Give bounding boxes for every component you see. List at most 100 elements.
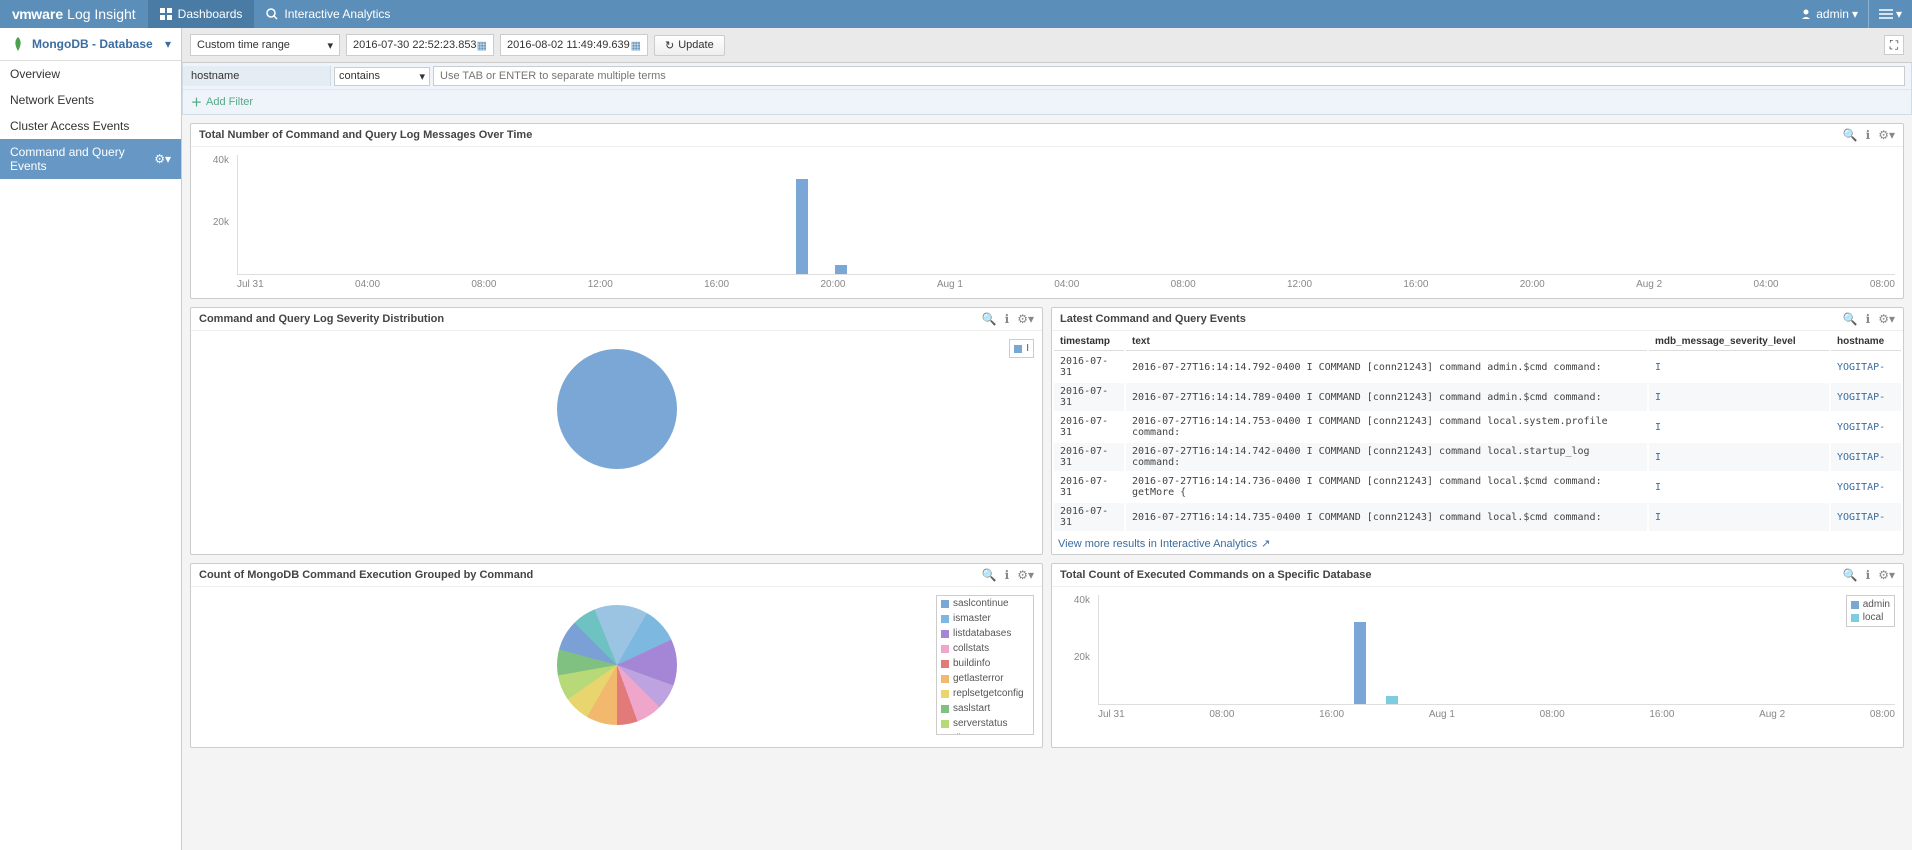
table-row[interactable]: 2016-07-312016-07-27T16:14:14.792-0400 I… <box>1054 353 1901 381</box>
top-nav: Dashboards Interactive Analytics <box>148 0 403 28</box>
search-icon[interactable]: 🔍 <box>982 312 997 326</box>
table-row[interactable]: 2016-07-312016-07-27T16:14:14.753-0400 I… <box>1054 413 1901 441</box>
info-icon[interactable]: ℹ <box>1866 568 1871 582</box>
gear-icon[interactable]: ⚙▾ <box>1878 568 1895 582</box>
caret-down-icon: ▾ <box>327 39 333 52</box>
filter-value-input[interactable] <box>433 66 1905 86</box>
update-button[interactable]: ↻ Update <box>654 35 725 56</box>
filter-field-name[interactable]: hostname <box>183 66 331 86</box>
widget-latest-events: Latest Command and Query Events 🔍 ℹ ⚙▾ tim… <box>1051 307 1904 555</box>
legend-label: I <box>1026 343 1029 354</box>
search-icon[interactable]: 🔍 <box>1843 312 1858 326</box>
gear-icon[interactable]: ⚙▾ <box>1878 128 1895 142</box>
pie-chart[interactable] <box>557 605 677 725</box>
calendar-icon: ▦ <box>477 39 487 52</box>
chart-body: 40k20k Jul 3108:0016:00Aug 108:0016:00Au… <box>1052 587 1903 728</box>
sidebar-item-cluster-access-events[interactable]: Cluster Access Events <box>0 113 181 139</box>
search-icon[interactable]: 🔍 <box>1843 128 1858 142</box>
legend-item[interactable]: admin <box>1851 598 1890 611</box>
calendar-icon: ▦ <box>631 39 641 52</box>
info-icon[interactable]: ℹ <box>1866 128 1871 142</box>
chart-body: I <box>191 331 1042 491</box>
table-row[interactable]: 2016-07-312016-07-27T16:14:14.735-0400 I… <box>1054 503 1901 531</box>
user-menu[interactable]: admin ▾ <box>1790 7 1868 21</box>
end-time-input[interactable]: 2016-08-02 11:49:49.639 ▦ <box>500 34 648 56</box>
gear-icon[interactable]: ⚙▾ <box>1017 568 1034 582</box>
sidebar-context-selector[interactable]: MongoDB - Database ▾ <box>0 28 181 61</box>
info-icon[interactable]: ℹ <box>1005 312 1010 326</box>
chart-plot-area[interactable] <box>237 155 1895 275</box>
sidebar-item-label: Command and Query Events <box>10 145 154 173</box>
sidebar-item-overview[interactable]: Overview <box>0 61 181 87</box>
nav-dashboards[interactable]: Dashboards <box>148 0 255 28</box>
view-more-link[interactable]: View more results in Interactive Analyti… <box>1052 533 1903 554</box>
legend-item[interactable]: serverstatus <box>937 716 1033 731</box>
start-time-input[interactable]: 2016-07-30 22:52:23.853 ▦ <box>346 34 494 56</box>
expand-icon: ⛶ <box>1890 38 1898 53</box>
legend-item[interactable]: replsetgetconfig <box>937 686 1033 701</box>
pie-chart[interactable] <box>557 349 677 469</box>
legend-item[interactable]: dbstats <box>937 731 1033 735</box>
search-icon <box>266 8 278 20</box>
legend-item[interactable]: saslstart <box>937 701 1033 716</box>
nav-analytics-label: Interactive Analytics <box>284 7 390 21</box>
caret-down-icon: ▾ <box>165 37 171 51</box>
caret-down-icon: ▾ <box>419 70 425 83</box>
table-row[interactable]: 2016-07-312016-07-27T16:14:14.742-0400 I… <box>1054 443 1901 471</box>
add-filter-button[interactable]: ＋ Add Filter <box>183 90 1911 114</box>
hamburger-menu[interactable]: ▾ <box>1868 0 1912 28</box>
info-icon[interactable]: ℹ <box>1005 568 1010 582</box>
widget-total-messages: Total Number of Command and Query Log Me… <box>190 123 1904 299</box>
legend-item[interactable]: getlasterror <box>937 671 1033 686</box>
caret-down-icon: ▾ <box>1896 7 1902 21</box>
mongodb-icon <box>10 36 26 52</box>
view-more-label: View more results in Interactive Analyti… <box>1058 538 1257 550</box>
widget-actions: 🔍 ℹ ⚙▾ <box>1843 128 1895 142</box>
info-icon[interactable]: ℹ <box>1866 312 1871 326</box>
legend-item[interactable]: saslcontinue <box>937 596 1033 611</box>
gear-icon[interactable]: ⚙▾ <box>1017 312 1034 326</box>
caret-down-icon: ▾ <box>1852 7 1858 21</box>
y-axis-labels: 40k20k <box>199 155 229 278</box>
search-icon[interactable]: 🔍 <box>1843 568 1858 582</box>
time-range-select[interactable]: Custom time range ▾ <box>190 34 340 56</box>
sidebar-context-label: MongoDB - Database <box>32 37 153 51</box>
widget-severity-distribution: Command and Query Log Severity Distribut… <box>190 307 1043 555</box>
update-label: Update <box>678 39 713 51</box>
content: Custom time range ▾ 2016-07-30 22:52:23.… <box>182 28 1912 850</box>
time-toolbar: Custom time range ▾ 2016-07-30 22:52:23.… <box>182 28 1912 63</box>
table-row[interactable]: 2016-07-312016-07-27T16:14:14.789-0400 I… <box>1054 383 1901 411</box>
table-row[interactable]: 2016-07-312016-07-27T16:14:14.736-0400 I… <box>1054 473 1901 501</box>
chart-plot-area[interactable] <box>1098 595 1895 705</box>
filter-row: hostname contains ▾ <box>183 63 1911 90</box>
widget-title: Total Number of Command and Query Log Me… <box>199 129 532 141</box>
widget-title: Latest Command and Query Events <box>1060 313 1246 325</box>
nav-analytics[interactable]: Interactive Analytics <box>254 0 402 28</box>
filter-bar: hostname contains ▾ ＋ Add Filter <box>182 63 1912 115</box>
topbar: vmware Log Insight Dashboards Interactiv… <box>0 0 1912 28</box>
legend-item[interactable]: buildinfo <box>937 656 1033 671</box>
menu-icon <box>1879 8 1893 20</box>
legend[interactable]: saslcontinueismasterlistdatabasescollsta… <box>936 595 1034 735</box>
time-range-label: Custom time range <box>197 39 290 51</box>
logo: vmware Log Insight <box>0 6 148 22</box>
legend-item[interactable]: collstats <box>937 641 1033 656</box>
fullscreen-button[interactable]: ⛶ <box>1884 35 1904 55</box>
logo-suffix: ware <box>31 6 63 22</box>
legend-item[interactable]: listdatabases <box>937 626 1033 641</box>
x-axis-labels: Jul 3108:0016:00Aug 108:0016:00Aug 208:0… <box>1098 705 1895 720</box>
legend-item[interactable]: I <box>1014 342 1029 355</box>
user-label: admin <box>1816 7 1849 21</box>
sidebar-item-network-events[interactable]: Network Events <box>0 87 181 113</box>
user-icon <box>1800 8 1812 20</box>
sidebar-item-command-and-query-events[interactable]: Command and Query Events⚙▾ <box>0 139 181 179</box>
legend-item[interactable]: local <box>1851 611 1890 624</box>
filter-operator-select[interactable]: contains ▾ <box>334 67 430 86</box>
gear-icon[interactable]: ⚙▾ <box>1878 312 1895 326</box>
legend-item[interactable]: ismaster <box>937 611 1033 626</box>
sidebar: MongoDB - Database ▾ Overview Network Eve… <box>0 28 182 850</box>
gear-icon[interactable]: ⚙▾ <box>154 152 171 166</box>
search-icon[interactable]: 🔍 <box>982 568 997 582</box>
sidebar-item-label: Overview <box>10 67 60 81</box>
events-table: timestamptextmdb_message_severity_levelh… <box>1052 331 1903 533</box>
